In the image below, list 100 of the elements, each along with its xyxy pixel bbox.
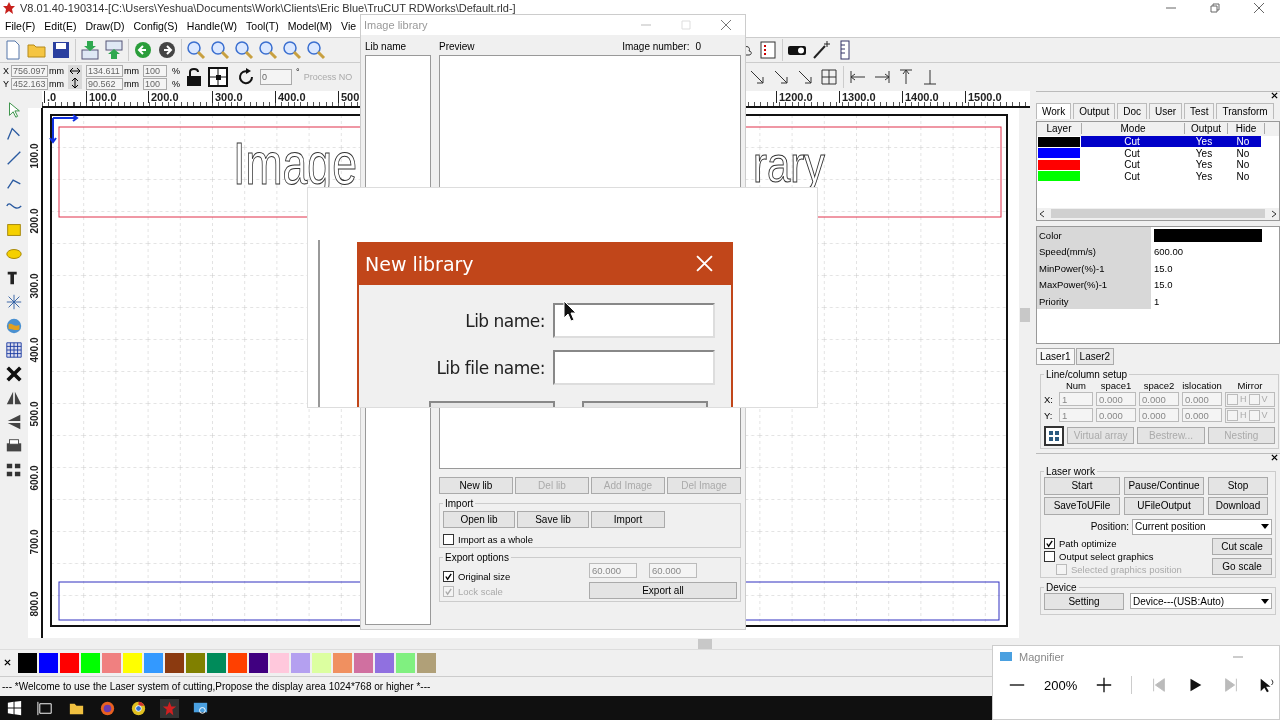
close-icon[interactable]: [4, 659, 11, 667]
property-value[interactable]: 1: [1151, 292, 1279, 310]
zoom-icon[interactable]: [186, 39, 206, 60]
delete-icon[interactable]: [5, 364, 23, 383]
color-swatch[interactable]: [375, 652, 394, 673]
export-button[interactable]: Export all: [589, 582, 737, 599]
zoom-icon[interactable]: [282, 39, 302, 60]
import-button[interactable]: Import: [591, 511, 665, 528]
device-dropdown[interactable]: Device---(USB:Auto): [1130, 593, 1272, 610]
laser-button[interactable]: Pause/Continue: [1124, 476, 1204, 495]
menu-item[interactable]: Draw(D): [85, 20, 125, 33]
zoom-in-icon[interactable]: [1095, 676, 1114, 694]
globe-icon[interactable]: [5, 316, 23, 335]
lock-icon[interactable]: [184, 67, 204, 88]
library-button[interactable]: New lib: [439, 477, 513, 494]
panel-tab[interactable]: Output: [1073, 102, 1116, 119]
property-value[interactable]: 15.0: [1151, 259, 1279, 277]
layer-row[interactable]: Cut Yes No: [1037, 135, 1279, 148]
laser-tab[interactable]: Laser2: [1075, 347, 1115, 365]
checkbox[interactable]: [1248, 393, 1260, 405]
laser-button[interactable]: Download: [1208, 496, 1268, 515]
checkbox[interactable]: [1248, 409, 1260, 421]
layer-row[interactable]: Cut Yes No: [1037, 147, 1279, 159]
input-field[interactable]: [553, 350, 715, 385]
scale-field[interactable]: 100: [143, 77, 167, 90]
color-swatch[interactable]: [18, 652, 37, 673]
checkbox[interactable]: [443, 571, 454, 582]
property-value[interactable]: 600.00: [1151, 243, 1279, 260]
scroll-right-icon[interactable]: [1271, 209, 1277, 218]
color-swatch[interactable]: [207, 652, 226, 673]
laser-button[interactable]: Stop: [1208, 476, 1268, 495]
scale-field[interactable]: 100: [143, 64, 167, 77]
column-header[interactable]: Layer: [1037, 123, 1082, 135]
wand-icon[interactable]: [811, 39, 831, 60]
zoom-out-icon[interactable]: [234, 39, 254, 60]
color-swatch[interactable]: [1154, 228, 1262, 242]
column-header[interactable]: Mode: [1082, 123, 1185, 135]
color-swatch[interactable]: [123, 652, 142, 673]
column-header[interactable]: Output: [1185, 123, 1228, 135]
restore-icon[interactable]: [1210, 2, 1220, 13]
layer-row[interactable]: Cut Yes No: [1037, 158, 1279, 171]
color-swatch[interactable]: [312, 652, 331, 673]
app-logo-icon[interactable]: [160, 698, 179, 718]
laser-button[interactable]: SaveToUFile: [1044, 496, 1120, 515]
color-swatch[interactable]: [102, 652, 121, 673]
scale-button[interactable]: Go scale: [1212, 557, 1272, 575]
color-swatch[interactable]: [81, 652, 100, 673]
menu-item[interactable]: Model(M): [287, 20, 333, 33]
color-swatch[interactable]: [291, 652, 310, 673]
color-swatch[interactable]: [228, 652, 247, 673]
color-swatch[interactable]: [144, 652, 163, 673]
coordinate-field[interactable]: 452.163: [11, 77, 48, 90]
color-swatch[interactable]: [417, 652, 436, 673]
frame-icon[interactable]: [208, 67, 228, 88]
layer-row[interactable]: Cut Yes No: [1037, 170, 1279, 182]
color-swatch[interactable]: [165, 652, 184, 673]
coordinate-field[interactable]: 756.097: [11, 64, 48, 77]
start-icon[interactable]: [5, 698, 24, 718]
forward-icon[interactable]: [157, 39, 177, 60]
menu-item[interactable]: Tool(T): [246, 20, 279, 33]
rotation-field[interactable]: 0: [260, 69, 292, 86]
horizontal-scrollbar[interactable]: [1037, 207, 1279, 220]
color-swatch[interactable]: [186, 652, 205, 673]
position-dropdown[interactable]: Current position: [1132, 518, 1272, 535]
laser-button[interactable]: UFileOutput: [1124, 496, 1204, 515]
size-field[interactable]: 134.611: [86, 64, 123, 77]
menu-item[interactable]: Handle(W): [186, 20, 238, 33]
panel-tab[interactable]: Doc: [1117, 102, 1147, 119]
scroll-left-icon[interactable]: [1039, 209, 1045, 218]
menu-item[interactable]: Config(S): [133, 20, 178, 33]
zoom-in-icon[interactable]: [210, 39, 230, 60]
checkbox[interactable]: [1044, 537, 1055, 549]
checkbox[interactable]: [1044, 550, 1055, 562]
color-swatch[interactable]: [249, 652, 268, 673]
checkbox[interactable]: [1227, 393, 1238, 405]
array-grid-icon[interactable]: [1044, 425, 1064, 446]
import-button[interactable]: Open lib: [443, 511, 515, 528]
color-swatch[interactable]: [270, 652, 289, 673]
property-value[interactable]: 15.0: [1151, 276, 1279, 293]
import-icon[interactable]: [80, 39, 100, 60]
save-icon[interactable]: [51, 39, 71, 60]
checkbox[interactable]: [443, 534, 454, 545]
menu-item[interactable]: Edit(E): [44, 20, 77, 33]
laser-tab[interactable]: Laser1: [1036, 347, 1075, 365]
checkbox[interactable]: [1227, 409, 1238, 421]
menu-item[interactable]: Vie: [341, 20, 357, 33]
panel-tab[interactable]: Transform: [1216, 102, 1274, 119]
import-button[interactable]: Save lib: [517, 511, 589, 528]
close-icon[interactable]: [1271, 454, 1278, 462]
menu-item[interactable]: File(F): [5, 20, 36, 33]
color-swatch[interactable]: [60, 652, 79, 673]
panel-tab[interactable]: User: [1149, 102, 1183, 119]
input-field[interactable]: [553, 303, 715, 338]
zoom-page-icon[interactable]: [258, 39, 278, 60]
zoom-icon[interactable]: [306, 39, 326, 60]
color-swatch[interactable]: [354, 652, 373, 673]
color-swatch[interactable]: [333, 652, 352, 673]
close-icon[interactable]: [1271, 92, 1278, 100]
color-swatch[interactable]: [39, 652, 58, 673]
layers-icon[interactable]: [758, 39, 778, 60]
